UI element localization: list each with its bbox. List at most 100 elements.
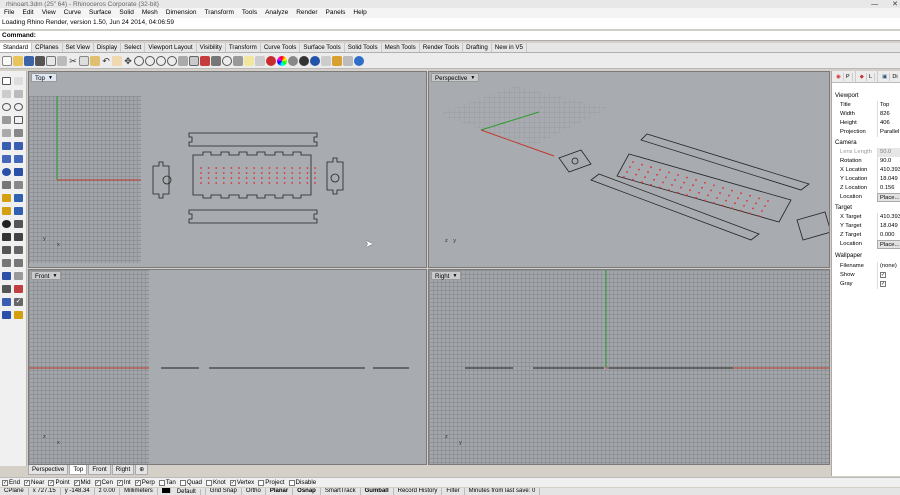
tab-standard[interactable]: Standard [0, 43, 33, 52]
options-icon[interactable] [321, 55, 331, 66]
menu-help[interactable]: Help [349, 8, 370, 18]
fillet-tool-icon[interactable] [2, 207, 11, 215]
gear-icon[interactable] [332, 55, 342, 66]
status-grid-snap[interactable]: Grid Snap [206, 488, 242, 495]
add-view-tab-button[interactable]: ⊕ [135, 465, 149, 475]
join-tool-icon[interactable] [2, 233, 11, 241]
osnap-tan[interactable]: Tan [158, 478, 176, 487]
prop-value[interactable]: 18.049 [877, 222, 900, 231]
viewport-label-perspective[interactable]: Perspective ▼ [431, 73, 480, 82]
tab-new-in-v5[interactable]: New in V5 [492, 43, 527, 52]
viewport-label-front[interactable]: Front ▼ [31, 271, 62, 280]
status-ortho[interactable]: Ortho [242, 488, 266, 495]
view-tab-perspective[interactable]: Perspective [28, 465, 69, 475]
place-camera-button[interactable]: Place... [877, 193, 900, 202]
paste-icon[interactable] [90, 55, 100, 66]
prop-value[interactable]: Top [877, 101, 900, 110]
menu-analyze[interactable]: Analyze [261, 8, 292, 18]
osnap-mid[interactable]: ✓ Mid [73, 478, 91, 487]
mirror-tool-icon[interactable] [2, 272, 11, 280]
menu-solid[interactable]: Solid [115, 8, 137, 18]
chevron-down-icon[interactable]: ▼ [452, 272, 457, 279]
circle-icon[interactable] [222, 55, 232, 66]
trim-tool-icon[interactable] [14, 220, 23, 228]
rotate-tool-icon[interactable] [2, 259, 11, 267]
select-arrow-icon[interactable] [2, 77, 11, 85]
tab-select[interactable]: Select [121, 43, 146, 52]
import-icon[interactable] [46, 55, 56, 66]
tab-cplanes[interactable]: CPlanes [32, 43, 63, 52]
check-icon[interactable]: ✓ [14, 298, 23, 306]
view-tab-right[interactable]: Right [111, 465, 135, 475]
analyze-tool-icon[interactable] [2, 298, 11, 306]
render-sphere-icon[interactable] [288, 55, 298, 66]
top-viewport[interactable]: Top ▼ y x ➤ [28, 71, 427, 268]
open-folder-icon[interactable] [13, 55, 23, 66]
status-record-history[interactable]: Record History [394, 488, 443, 495]
move-tool-icon[interactable] [2, 246, 11, 254]
point-icon[interactable] [14, 77, 23, 85]
menu-tools[interactable]: Tools [238, 8, 261, 18]
osnap-vertex-checkbox[interactable]: ✓ [229, 479, 236, 486]
status-units[interactable]: Millimeters [120, 488, 158, 495]
solid-sphere-icon[interactable] [2, 168, 11, 176]
help-icon[interactable] [354, 55, 364, 66]
mesh-tool-icon[interactable] [2, 181, 11, 189]
osnap-cen-checkbox[interactable]: ✓ [94, 479, 101, 486]
prop-value[interactable]: 410.393 [877, 166, 900, 175]
light-bulb-icon[interactable] [244, 55, 254, 66]
prop-value[interactable]: 90.0 [877, 157, 900, 166]
cylinder-tool-icon[interactable] [14, 181, 23, 189]
menu-surface[interactable]: Surface [85, 8, 115, 18]
osnap-point[interactable]: ✓ Point [48, 478, 70, 487]
line-icon[interactable] [211, 55, 221, 66]
loft-tool-icon[interactable] [14, 155, 23, 163]
rotate-view-icon[interactable]: ✥ [123, 56, 133, 66]
tab-drafting[interactable]: Drafting [463, 43, 492, 52]
chamfer-tool-icon[interactable] [14, 207, 23, 215]
scale-tool-icon[interactable] [14, 259, 23, 267]
arc-tool-icon[interactable] [2, 116, 11, 124]
prop-value[interactable]: 410.393 [877, 213, 900, 222]
prop-value[interactable]: Parallel [877, 128, 900, 137]
osnap-knot[interactable]: Knot [205, 478, 226, 487]
menu-mesh[interactable]: Mesh [138, 8, 162, 18]
ellipse-tool-icon[interactable] [14, 103, 23, 111]
osnap-project[interactable]: Project [258, 478, 285, 487]
prop-value[interactable]: 18.049 [877, 175, 900, 184]
prop-value[interactable]: (none) [877, 262, 900, 271]
osnap-int[interactable]: ✓ Int [116, 478, 131, 487]
command-prompt[interactable]: Command: [0, 31, 900, 41]
render-tool-icon[interactable] [14, 311, 23, 319]
osnap-disable[interactable]: Disable [288, 478, 316, 487]
osnap-knot-checkbox[interactable] [205, 479, 212, 486]
place-target-button[interactable]: Place... [877, 240, 900, 249]
view-tab-front[interactable]: Front [88, 465, 111, 475]
osnap-end[interactable]: ✓ End [2, 478, 20, 487]
array-tool-icon[interactable] [14, 272, 23, 280]
rectangle-tool-icon[interactable] [14, 116, 23, 124]
zoom-icon[interactable] [134, 55, 144, 66]
status-planar[interactable]: Planar [266, 488, 294, 495]
prop-value[interactable]: 0.156 [877, 184, 900, 193]
sun-icon[interactable] [255, 55, 265, 66]
extrude-tool-icon[interactable] [2, 155, 11, 163]
circle-tool-icon[interactable] [2, 103, 11, 111]
zoom-extents-icon[interactable] [156, 55, 166, 66]
tab-set-view[interactable]: Set View [63, 43, 94, 52]
prop-value[interactable]: 0.000 [877, 231, 900, 240]
gray-checkbox[interactable]: ✓ [880, 281, 886, 287]
tab-transform[interactable]: Transform [226, 43, 261, 52]
viewport-label-right[interactable]: Right ▼ [431, 271, 462, 280]
menu-curve[interactable]: Curve [60, 8, 85, 18]
solid-box-icon[interactable] [14, 168, 23, 176]
front-viewport[interactable]: Front ▼ z x [28, 269, 427, 465]
copy-icon[interactable] [79, 55, 89, 66]
undo-icon[interactable]: ↶ [101, 56, 111, 66]
status-layer[interactable]: Default [158, 488, 206, 495]
save-icon[interactable] [24, 55, 34, 66]
viewport-label-top[interactable]: Top ▼ [31, 73, 57, 82]
car-icon[interactable] [200, 55, 210, 66]
right-viewport[interactable]: Right ▼ z y [428, 269, 830, 465]
view-tab-top[interactable]: Top [69, 465, 88, 475]
